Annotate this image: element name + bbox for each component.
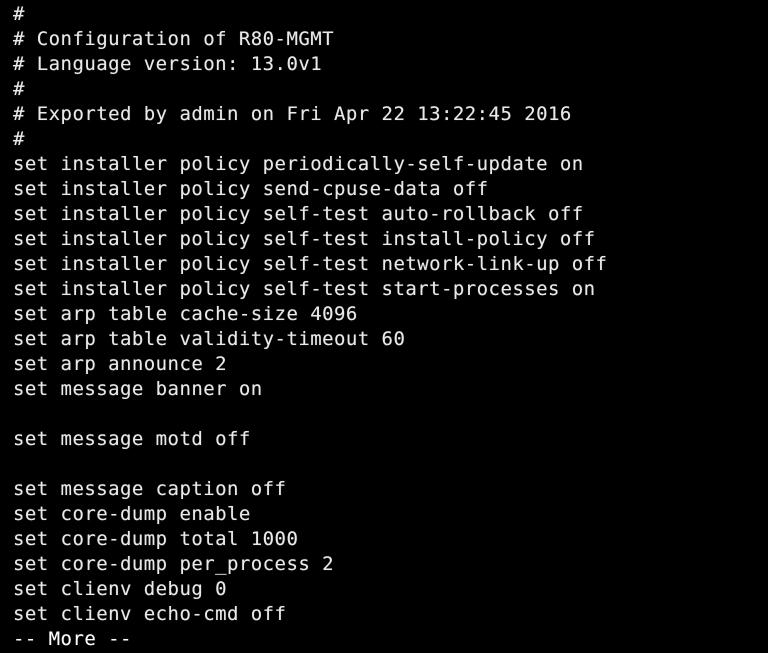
terminal-line: set core-dump per_process 2 — [13, 553, 335, 575]
terminal-line: set installer policy send-cpuse-data off — [13, 178, 489, 200]
terminal-line: set arp announce 2 — [13, 353, 228, 375]
pager-more-prompt[interactable]: -- More -- — [13, 627, 768, 652]
terminal-line: # — [13, 78, 25, 100]
terminal-line: # — [13, 128, 25, 150]
terminal-line: set installer policy periodically-self-u… — [13, 153, 584, 175]
terminal-line: set arp table validity-timeout 60 — [13, 328, 406, 350]
terminal-line: set message banner on — [13, 378, 263, 400]
terminal-line: # — [13, 3, 25, 25]
terminal-line: set clienv echo-cmd off — [13, 603, 287, 625]
terminal-line: set clienv debug 0 — [13, 578, 228, 600]
terminal-line: # Exported by admin on Fri Apr 22 13:22:… — [13, 103, 572, 125]
terminal-screen[interactable]: # # Configuration of R80-MGMT # Language v… — [0, 0, 768, 653]
terminal-line: set installer policy self-test auto-roll… — [13, 203, 584, 225]
terminal-line: set installer policy self-test install-p… — [13, 228, 596, 250]
terminal-line: # Configuration of R80-MGMT — [13, 28, 335, 50]
terminal-output: # # Configuration of R80-MGMT # Language v… — [13, 2, 768, 652]
terminal-line: set core-dump total 1000 — [13, 528, 299, 550]
terminal-line: set arp table cache-size 4096 — [13, 303, 358, 325]
terminal-line: set message caption off — [13, 478, 287, 500]
terminal-line: set core-dump enable — [13, 503, 251, 525]
terminal-line: set message motd off — [13, 428, 251, 450]
terminal-line: set installer policy self-test network-l… — [13, 253, 608, 275]
terminal-line: # Language version: 13.0v1 — [13, 53, 323, 75]
terminal-line: set installer policy self-test start-pro… — [13, 278, 596, 300]
